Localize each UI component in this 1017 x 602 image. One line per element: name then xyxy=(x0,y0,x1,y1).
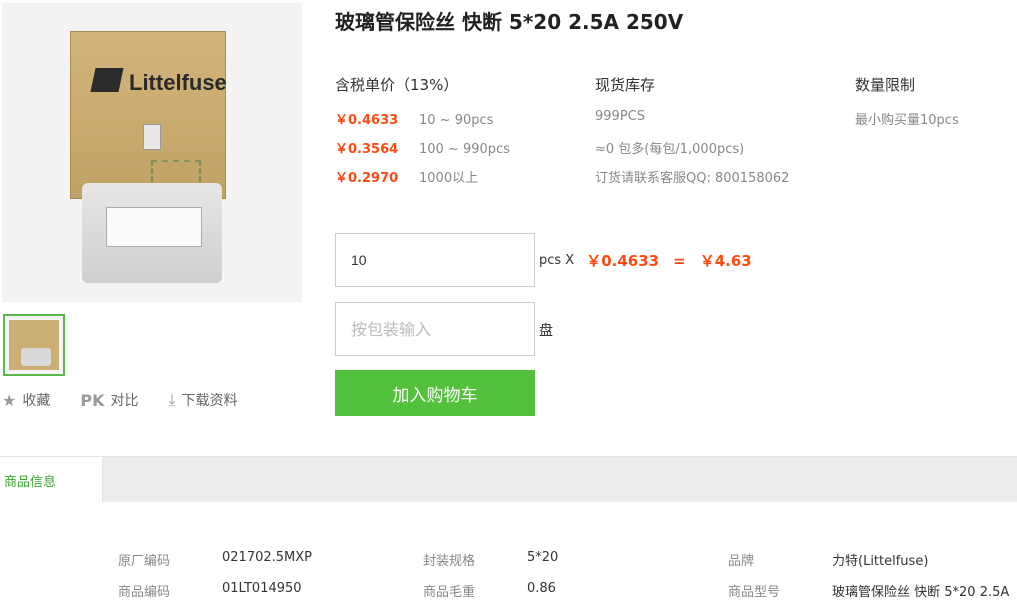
stock-quantity: 999PCS xyxy=(595,109,645,124)
product-thumbnail[interactable] xyxy=(3,314,65,376)
fuse-bag xyxy=(82,183,222,283)
littelfuse-logo-icon xyxy=(90,68,124,92)
download-icon: ⤓ xyxy=(168,390,176,409)
spec-value: 021702.5MXP xyxy=(222,550,312,565)
stock-header: 现货库存 xyxy=(595,76,656,94)
tier-price: ￥0.2970 xyxy=(335,171,399,186)
equals-sign: = xyxy=(673,251,686,270)
price-tier: ￥0.3564 100 ~ 990pcs xyxy=(335,138,510,157)
stock-contact: 订货请联系客服QQ: 800158062 xyxy=(595,171,790,186)
thumbnail-image xyxy=(9,320,59,370)
price-calculation: pcs X ￥0.4633 = ￥4.63 xyxy=(539,250,752,271)
spec-value: 01LT014950 xyxy=(222,581,302,596)
tier-range: 1000以上 xyxy=(419,171,479,186)
tier-price: ￥0.3564 xyxy=(335,142,399,157)
spec-label: 商品型号 xyxy=(728,585,781,600)
compare-icon: PK xyxy=(80,390,105,410)
spec-label: 品牌 xyxy=(728,554,755,569)
quantity-input[interactable] xyxy=(335,233,535,287)
box-brand-text: Littelfuse xyxy=(129,70,227,95)
calc-unit-price: ￥0.4633 xyxy=(586,252,660,270)
tier-range: 100 ~ 990pcs xyxy=(419,142,510,157)
tier-price: ￥0.4633 xyxy=(335,113,399,128)
pack-unit-label: 盘 xyxy=(539,323,553,339)
download-label: 下载资料 xyxy=(181,393,238,409)
spec-value: 力特(Littelfuse) xyxy=(832,554,929,569)
product-box: Littelfuse xyxy=(70,31,227,199)
min-purchase: 最小购买量10pcs xyxy=(855,113,959,128)
price-tier: ￥0.4633 10 ~ 90pcs xyxy=(335,109,493,128)
compare-label: 对比 xyxy=(110,393,139,409)
tier-range: 10 ~ 90pcs xyxy=(419,113,494,128)
spec-value: 0.86 xyxy=(527,581,556,596)
tab-product-info[interactable]: 商品信息 xyxy=(0,457,103,503)
product-main-image: Littelfuse xyxy=(2,3,302,302)
pack-quantity-input[interactable] xyxy=(335,302,535,356)
spec-label: 商品毛重 xyxy=(423,585,476,600)
favorite-label: 收藏 xyxy=(22,393,51,409)
bag-label xyxy=(106,207,202,247)
spec-label: 原厂编码 xyxy=(118,554,171,569)
price-tier: ￥0.2970 1000以上 xyxy=(335,167,478,186)
box-sticker xyxy=(143,124,161,150)
compare-button[interactable]: PK 对比 xyxy=(80,390,138,410)
star-icon: ★ xyxy=(2,390,17,410)
spec-label: 封装规格 xyxy=(423,554,476,569)
limit-header: 数量限制 xyxy=(855,76,916,94)
detail-tab-bar: 商品信息 xyxy=(0,456,1017,503)
download-button[interactable]: ⤓ 下载资料 xyxy=(168,390,237,410)
price-header: 含税单价（13%） xyxy=(335,76,459,94)
product-title: 玻璃管保险丝 快断 5*20 2.5A 250V xyxy=(335,10,684,34)
stock-packages: ≈0 包多(每包/1,000pcs) xyxy=(595,142,745,157)
product-actions: ★ 收藏 PK 对比 ⤓ 下载资料 xyxy=(2,390,268,410)
spec-label: 商品编码 xyxy=(118,585,171,600)
favorite-button[interactable]: ★ 收藏 xyxy=(2,390,50,410)
calc-total: ￥4.63 xyxy=(699,252,752,270)
add-to-cart-button[interactable]: 加入购物车 xyxy=(335,370,535,416)
unit-label: pcs X xyxy=(539,253,575,268)
spec-value: 5*20 xyxy=(527,550,559,565)
spec-value: 玻璃管保险丝 快断 5*20 2.5A xyxy=(832,585,1010,600)
